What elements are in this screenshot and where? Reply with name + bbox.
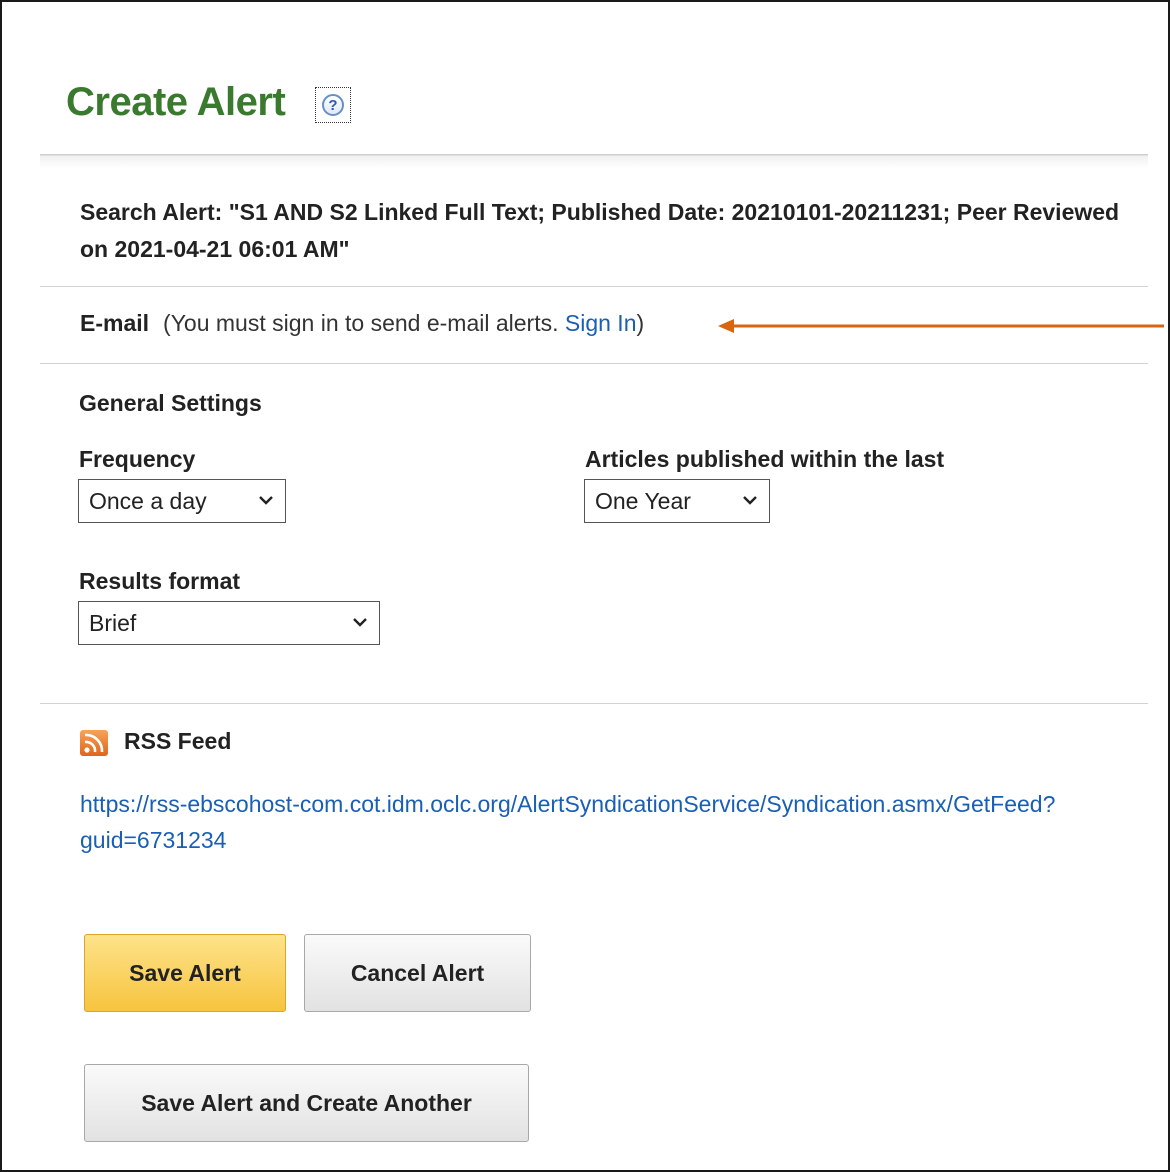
- results-format-selected-value: Brief: [89, 609, 137, 636]
- divider: [40, 363, 1148, 364]
- save-alert-button[interactable]: Save Alert: [84, 934, 286, 1012]
- divider: [40, 286, 1148, 287]
- rss-feed-url-link[interactable]: https://rss-ebscohost-com.cot.idm.oclc.o…: [80, 786, 1140, 858]
- articles-within-label: Articles published within the last: [585, 446, 945, 472]
- chevron-down-icon: [259, 496, 273, 505]
- annotation-arrow: [718, 319, 1164, 333]
- rss-feed-icon: [80, 730, 108, 756]
- frequency-label: Frequency: [79, 446, 196, 472]
- rss-feed-heading: RSS Feed: [124, 728, 232, 754]
- general-settings-heading: General Settings: [79, 390, 262, 416]
- page-frame: Create Alert ? Search Alert: "S1 AND S2 …: [0, 0, 1170, 1172]
- header-divider: [40, 154, 1148, 168]
- frequency-select[interactable]: Once a day: [78, 479, 286, 523]
- email-note-prefix: (You must sign in to send e-mail alerts.: [163, 310, 565, 336]
- cancel-alert-button[interactable]: Cancel Alert: [304, 934, 531, 1012]
- email-label: E-mail: [80, 310, 150, 336]
- chevron-down-icon: [743, 496, 757, 505]
- articles-within-select[interactable]: One Year: [584, 479, 770, 523]
- help-question-icon: ?: [322, 94, 344, 116]
- articles-within-selected-value: One Year: [595, 487, 691, 514]
- sign-in-link[interactable]: Sign In: [565, 310, 637, 336]
- results-format-select[interactable]: Brief: [78, 601, 380, 645]
- email-row: E-mail (You must sign in to send e-mail a…: [80, 310, 644, 337]
- chevron-down-icon: [353, 618, 367, 627]
- search-alert-text: Search Alert: "S1 AND S2 Linked Full Tex…: [80, 199, 1120, 262]
- save-alert-and-create-another-button[interactable]: Save Alert and Create Another: [84, 1064, 529, 1142]
- results-format-label: Results format: [79, 568, 241, 594]
- help-button[interactable]: ?: [315, 87, 351, 123]
- divider: [40, 703, 1148, 704]
- page-title: Create Alert: [66, 80, 286, 124]
- frequency-selected-value: Once a day: [89, 487, 207, 514]
- email-note-suffix: ): [636, 310, 645, 336]
